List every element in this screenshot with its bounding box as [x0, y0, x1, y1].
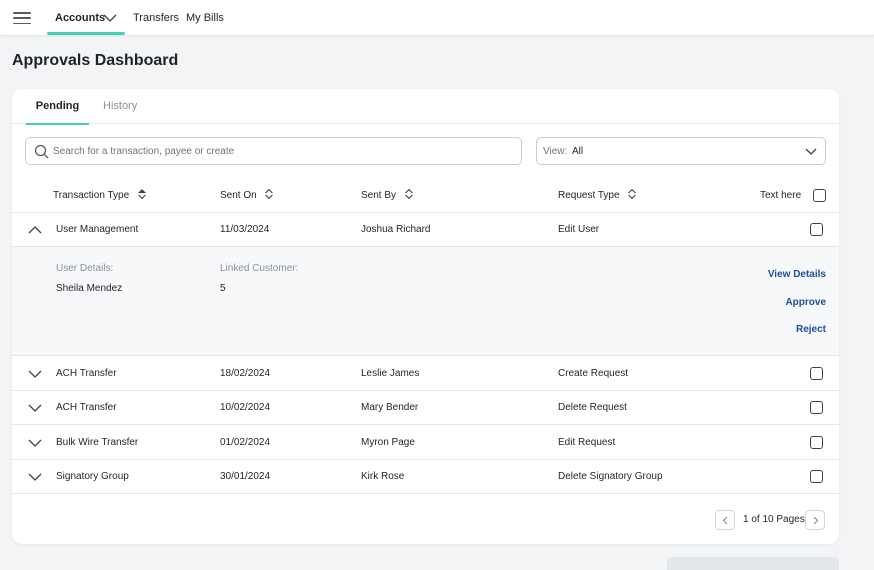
menu-icon[interactable] — [13, 12, 31, 24]
row-checkbox[interactable] — [810, 223, 823, 236]
cell-transaction-type: ACH Transfer — [56, 402, 117, 413]
table-row[interactable]: Bulk Wire Transfer 01/02/2024 Myron Page… — [12, 426, 839, 460]
approve-link[interactable]: Approve — [785, 297, 826, 308]
sort-icon — [628, 189, 637, 199]
row-checkbox[interactable] — [810, 436, 823, 449]
chevron-right-icon — [813, 516, 819, 525]
row-checkbox[interactable] — [810, 470, 823, 483]
sort-icon — [137, 189, 146, 199]
cell-sent-by: Leslie James — [361, 368, 420, 379]
table-row[interactable]: User Management 11/03/2024 Joshua Richar… — [12, 213, 839, 247]
tab-pending[interactable]: Pending — [26, 89, 89, 125]
cell-sent-on: 18/02/2024 — [220, 368, 271, 379]
top-navigation: Accounts Transfers My Bills — [0, 0, 874, 36]
cell-sent-by: Joshua Richard — [361, 224, 431, 235]
table-row[interactable]: ACH Transfer 10/02/2024 Mary Bender Dele… — [12, 391, 839, 425]
column-label: Transaction Type — [53, 190, 130, 201]
cell-request-type: Edit Request — [558, 437, 616, 448]
linked-customer-label: Linked Customer: — [220, 263, 299, 274]
nav-accounts[interactable]: Accounts — [47, 0, 125, 36]
linked-customer-value: 5 — [220, 283, 226, 294]
page-title: Approvals Dashboard — [12, 52, 179, 69]
tab-history[interactable]: History — [103, 89, 137, 124]
nav-accounts-label: Accounts — [55, 12, 106, 24]
table-row[interactable]: ACH Transfer 18/02/2024 Leslie James Cre… — [12, 357, 839, 391]
view-details-link[interactable]: View Details — [768, 269, 826, 280]
view-select[interactable]: View: All — [536, 137, 826, 165]
cell-request-type: Delete Request — [558, 402, 627, 413]
cell-sent-on: 11/03/2024 — [220, 224, 270, 235]
chevron-down-icon — [805, 148, 817, 155]
column-header-request-type[interactable]: Request Type — [558, 179, 637, 213]
cell-transaction-type: User Management — [56, 224, 139, 235]
view-value: All — [572, 146, 584, 157]
bottom-action-button[interactable] — [667, 557, 839, 570]
user-details-label: User Details: — [56, 263, 114, 274]
column-header-text-here: Text here — [760, 190, 802, 201]
cell-sent-by: Myron Page — [361, 437, 415, 448]
cell-sent-on: 10/02/2024 — [220, 402, 271, 413]
cell-transaction-type: ACH Transfer — [56, 368, 117, 379]
pagination-text: 1 of 10 Pages — [743, 514, 805, 525]
chevron-down-icon[interactable] — [28, 438, 42, 448]
column-label: Sent On — [220, 190, 257, 201]
search-icon — [34, 144, 49, 159]
column-label: Sent By — [361, 190, 397, 201]
row-checkbox[interactable] — [810, 401, 823, 414]
user-details-value: Sheila Mendez — [56, 283, 123, 294]
expanded-details-panel: User Details: Sheila Mendez Linked Custo… — [12, 247, 839, 356]
view-label: View: — [543, 146, 568, 157]
select-all-checkbox[interactable] — [813, 189, 826, 202]
chevron-down-icon[interactable] — [28, 369, 42, 379]
chevron-up-icon[interactable] — [28, 225, 42, 235]
table-row[interactable]: Signatory Group 30/01/2024 Kirk Rose Del… — [12, 460, 839, 494]
column-header-transaction-type[interactable]: Transaction Type — [53, 179, 146, 213]
chevron-down-icon[interactable] — [28, 472, 42, 482]
cell-sent-on: 01/02/2024 — [220, 437, 271, 448]
column-label: Request Type — [558, 190, 620, 201]
reject-link[interactable]: Reject — [796, 324, 826, 335]
table-header: Transaction Type Sent On Sent By Request… — [12, 179, 839, 213]
search-input[interactable] — [53, 139, 513, 163]
cell-request-type: Delete Signatory Group — [558, 471, 663, 482]
chevron-down-icon — [103, 14, 117, 22]
sort-icon — [405, 189, 413, 199]
cell-request-type: Create Request — [558, 368, 629, 379]
cell-request-type: Edit User — [558, 224, 600, 235]
previous-page-button[interactable] — [715, 510, 735, 530]
row-checkbox[interactable] — [810, 367, 823, 380]
cell-sent-by: Mary Bender — [361, 402, 419, 413]
nav-transfers[interactable]: Transfers — [133, 0, 179, 36]
search-box — [25, 137, 522, 165]
chevron-down-icon[interactable] — [28, 403, 42, 413]
cell-sent-by: Kirk Rose — [361, 471, 405, 482]
tab-bar: Pending History — [12, 89, 839, 125]
column-header-sent-on[interactable]: Sent On — [220, 179, 274, 213]
cell-transaction-type: Signatory Group — [56, 471, 129, 482]
next-page-button[interactable] — [805, 510, 825, 530]
cell-transaction-type: Bulk Wire Transfer — [56, 437, 139, 448]
approvals-card: Pending History View: All Transaction Ty… — [12, 89, 839, 544]
chevron-left-icon — [722, 516, 728, 525]
cell-sent-on: 30/01/2024 — [220, 471, 271, 482]
column-header-sent-by[interactable]: Sent By — [361, 179, 413, 213]
nav-my-bills[interactable]: My Bills — [186, 0, 224, 36]
sort-icon — [265, 189, 274, 199]
